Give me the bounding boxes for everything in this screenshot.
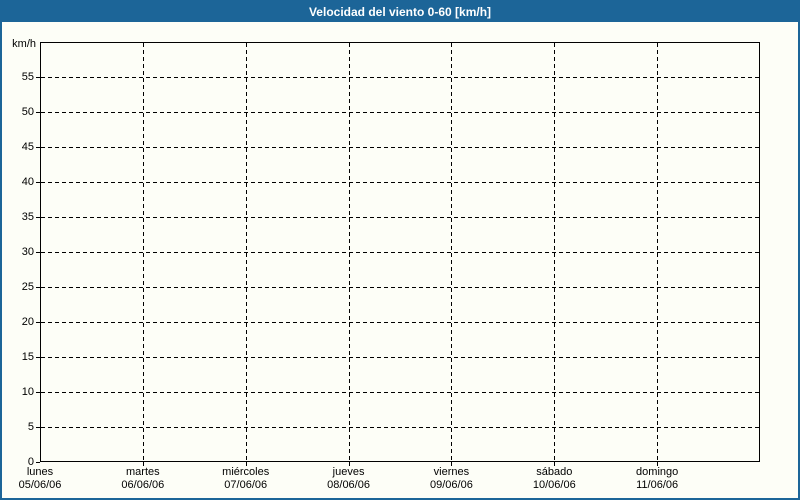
chart-title: Velocidad del viento 0-60 [km/h] (308, 5, 492, 19)
x-axis-day-label: sábado 10/06/06 (533, 466, 576, 492)
y-axis-tick (36, 147, 40, 148)
v-gridline (245, 43, 247, 461)
day-date: 06/06/06 (121, 479, 165, 491)
x-axis-day-label: viernes 09/06/06 (430, 466, 473, 492)
x-axis-day-label: lunes 05/06/06 (19, 466, 62, 492)
h-gridline (41, 427, 759, 428)
y-axis-tick-label: 25 (21, 281, 34, 293)
day-name: sábado (536, 466, 573, 478)
h-gridline (41, 217, 759, 218)
y-axis-tick (36, 217, 40, 218)
y-axis-unit-label: km/h (12, 38, 36, 50)
y-axis-tick (36, 322, 40, 323)
y-axis-tick-label: 10 (21, 386, 34, 398)
v-gridline (657, 43, 659, 461)
plot-area (40, 42, 760, 462)
h-gridline (41, 77, 759, 78)
day-name: martes (126, 466, 160, 478)
y-axis-tick-label: 55 (21, 71, 34, 83)
y-axis-tick (36, 392, 40, 393)
y-axis-tick (36, 182, 40, 183)
v-gridline (142, 43, 144, 461)
x-axis-day-label: domingo 11/06/06 (636, 466, 678, 492)
x-axis-day-label: martes 06/06/06 (121, 466, 164, 492)
h-gridline (41, 112, 759, 113)
day-date: 11/06/06 (636, 479, 679, 491)
y-axis-tick (36, 427, 40, 428)
day-name: viernes (433, 466, 470, 478)
h-gridline (41, 322, 759, 323)
day-date: 05/06/06 (18, 479, 62, 491)
y-axis-tick-label: 35 (21, 211, 34, 223)
x-axis-day-label: jueves 08/06/06 (327, 466, 370, 492)
day-name: domingo (636, 466, 679, 478)
y-axis-tick-label: 5 (27, 421, 34, 433)
h-gridline (41, 147, 759, 148)
day-date: 09/06/06 (430, 479, 473, 491)
day-name: lunes (26, 466, 54, 478)
x-axis-day-label: miércoles 07/06/06 (222, 466, 269, 492)
day-date: 10/06/06 (532, 479, 576, 491)
v-gridline (554, 43, 556, 461)
y-axis-tick (36, 287, 40, 288)
chart-title-bar: Velocidad del viento 0-60 [km/h] (2, 2, 798, 22)
y-axis-tick-label: 30 (21, 246, 34, 258)
v-gridline (451, 43, 453, 461)
y-axis-tick-label: 15 (21, 351, 34, 363)
y-axis-tick-label: 50 (21, 106, 34, 118)
y-axis-tick (36, 77, 40, 78)
day-date: 07/06/06 (224, 479, 268, 491)
h-gridline (41, 392, 759, 393)
y-axis-tick (36, 252, 40, 253)
day-date: 08/06/06 (327, 479, 370, 491)
h-gridline (41, 252, 759, 253)
y-axis-tick (36, 112, 40, 113)
h-gridline (41, 182, 759, 183)
y-axis-tick (36, 462, 40, 463)
y-axis-tick (36, 357, 40, 358)
y-axis-tick-label: 20 (21, 316, 34, 328)
v-gridline (348, 43, 350, 461)
h-gridline (41, 287, 759, 288)
day-name: jueves (332, 466, 365, 478)
y-axis-tick-label: 40 (21, 176, 34, 188)
chart-window: Velocidad del viento 0-60 [km/h] km/h 05… (0, 0, 800, 500)
day-name: miércoles (222, 466, 270, 478)
y-axis-tick-label: 45 (21, 141, 34, 153)
h-gridline (41, 357, 759, 358)
